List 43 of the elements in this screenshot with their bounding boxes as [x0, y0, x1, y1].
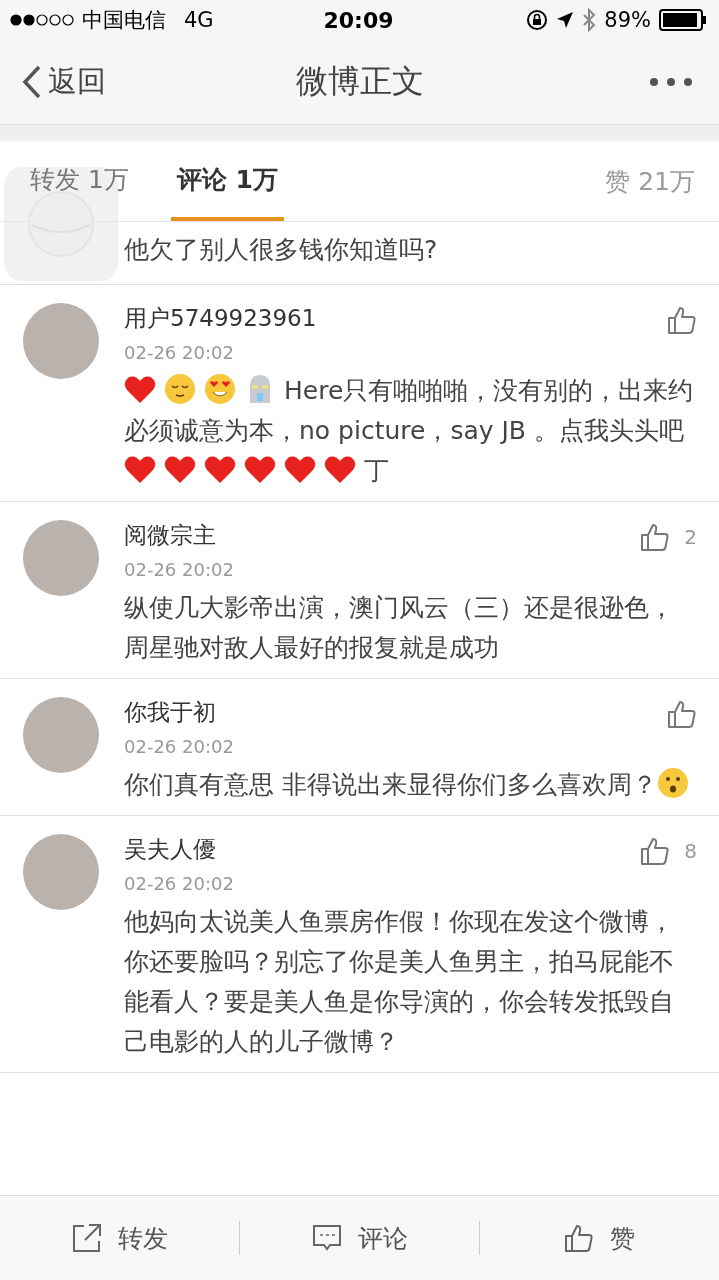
comment-time: 02-26 20:02 — [124, 736, 234, 757]
comment-text: 他妈向太说美人鱼票房作假！你现在发这个微博，你还要脸吗？别忘了你是美人鱼男主，拍马屁能不能看人？要是美人鱼是你导演的，你会转发抵毁自己电影的人的儿子微博？ — [124, 906, 675, 1058]
thumbs-up-icon[interactable] — [640, 522, 671, 552]
toolbar-button[interactable]: 评论 — [240, 1196, 479, 1280]
location-arrow-icon — [556, 11, 575, 29]
comment-time: 02-26 20:02 — [124, 559, 234, 580]
comment-text: 纵使几大影帝出演，澳门风云（三）还是很逊色，周星驰对敌人最好的报复就是成功 — [124, 592, 675, 664]
thumbs-up-icon[interactable] — [667, 305, 697, 335]
battery-percent: 89% — [604, 8, 651, 32]
rotation-lock-icon — [526, 9, 549, 31]
comment-time: 02-26 20:02 — [124, 342, 235, 363]
user-name[interactable]: 阅微宗主 — [124, 520, 234, 551]
user-name[interactable]: 吴夫人優 — [124, 834, 234, 865]
back-button[interactable]: 返回 — [22, 62, 106, 102]
comment-time: 02-26 20:02 — [124, 873, 234, 894]
signal-icon — [10, 14, 74, 26]
thinking-emoji-icon — [656, 767, 689, 799]
tab[interactable]: 转发 1万 — [24, 141, 135, 221]
thumbs-up-icon — [564, 1223, 594, 1253]
smiley-emoji-icon — [164, 373, 196, 405]
comment-text: 你们真有意思 非得说出来显得你们多么喜欢周？ — [124, 765, 697, 805]
page-title: 微博正文 — [295, 61, 424, 102]
comment-icon — [311, 1223, 342, 1253]
user-name[interactable]: 用户5749923961 — [124, 303, 317, 334]
toolbar-button[interactable]: 赞 — [480, 1196, 719, 1280]
status-time: 20:09 — [323, 7, 394, 33]
toolbar-button[interactable]: 转发 — [0, 1196, 239, 1280]
comment-text: Here只有啪啪啪，没有别的，出来约必须诚意为本，no picture，say JB 。点我头头吧 丁 — [124, 371, 697, 491]
like-count: 8 — [684, 839, 697, 863]
bluetooth-icon — [582, 8, 597, 32]
user-name[interactable]: 你我于初 — [124, 697, 234, 728]
thumbs-up-icon[interactable] — [640, 836, 671, 866]
heart-eyes-emoji-icon — [204, 373, 236, 405]
carrier-name: 中国电信 — [82, 7, 166, 34]
like-count: 2 — [684, 525, 697, 549]
thumbs-up-icon[interactable] — [667, 699, 697, 729]
battery-icon — [659, 9, 707, 31]
network-type: 4G — [184, 8, 214, 32]
chevron-left-icon — [22, 65, 42, 99]
tab[interactable]: 评论 1万 — [170, 141, 284, 221]
more-icon[interactable] — [649, 77, 693, 87]
comment-text: 他欠了别人很多钱你知道吗? — [124, 234, 439, 266]
share-icon — [71, 1223, 102, 1253]
